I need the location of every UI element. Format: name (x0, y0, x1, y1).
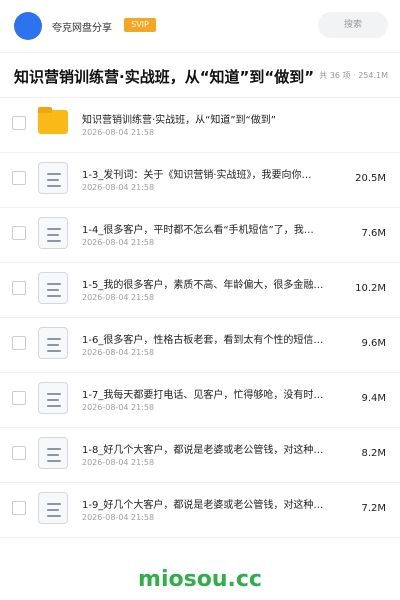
item-summary: 共 36 项 · 254.1M (319, 71, 388, 80)
row-checkbox[interactable] (12, 336, 26, 350)
item-date: 2026-08-04 21:58 (82, 293, 155, 302)
document-icon (38, 217, 68, 249)
row-checkbox[interactable] (12, 281, 26, 295)
item-date: 2026-08-04 21:58 (82, 238, 155, 247)
item-name: 知识营销训练营·实战班，从“知道”到“做到” (82, 115, 276, 126)
file-row[interactable]: 1-7_我每天都要打电话、见客户，忙得够呛，没有时… 2026-08-04 21:… (0, 373, 400, 428)
item-name: 1-4_很多客户，平时都不怎么看“手机短信”了，我… (82, 225, 314, 236)
item-name: 1-5_我的很多客户，素质不高、年龄偏大，很多金融… (82, 280, 324, 291)
item-date: 2026-08-04 21:58 (82, 128, 155, 137)
app-name: 夸克网盘分享 (52, 23, 112, 34)
item-date: 2026-08-04 21:58 (82, 513, 155, 522)
item-name: 1-6_很多客户，性格古板老套，看到太有个性的短信… (82, 335, 324, 346)
file-list: 知识营销训练营·实战班，从“知道”到“做到” 2026-08-04 21:58 1-… (0, 98, 400, 538)
row-checkbox[interactable] (12, 116, 26, 130)
item-size: 8.2M (361, 448, 386, 459)
row-checkbox[interactable] (12, 226, 26, 240)
folder-icon (38, 107, 68, 134)
item-size: 9.6M (361, 338, 386, 349)
document-icon (38, 272, 68, 304)
document-icon (38, 492, 68, 524)
watermark: miosou.cc (138, 567, 262, 592)
item-date: 2026-08-04 21:58 (82, 403, 155, 412)
item-name: 1-7_我每天都要打电话、见客户，忙得够呛，没有时… (82, 390, 324, 401)
item-size: 7.6M (361, 228, 386, 239)
page-title: 知识营销训练营·实战班，从“知道”到“做到” (14, 68, 314, 86)
item-name: 1-3_发刊词：关于《知识营销·实战班》，我要向你… (82, 170, 312, 181)
document-icon (38, 437, 68, 469)
search-button[interactable]: 搜索 (318, 12, 388, 38)
item-size: 10.2M (355, 283, 386, 294)
folder-row[interactable]: 知识营销训练营·实战班，从“知道”到“做到” 2026-08-04 21:58 (0, 98, 400, 153)
row-checkbox[interactable] (12, 391, 26, 405)
item-date: 2026-08-04 21:58 (82, 348, 155, 357)
item-name: 1-9_好几个大客户，都说是老婆或老公管钱，对这种… (82, 500, 324, 511)
document-icon (38, 162, 68, 194)
row-checkbox[interactable] (12, 446, 26, 460)
row-checkbox[interactable] (12, 171, 26, 185)
row-checkbox[interactable] (12, 501, 26, 515)
item-size: 20.5M (355, 173, 386, 184)
file-row[interactable]: 1-6_很多客户，性格古板老套，看到太有个性的短信… 2026-08-04 21:… (0, 318, 400, 373)
avatar[interactable] (14, 12, 42, 40)
title-bar: 知识营销训练营·实战班，从“知道”到“做到” 共 36 项 · 254.1M (0, 53, 400, 98)
file-row[interactable]: 1-3_发刊词：关于《知识营销·实战班》，我要向你… 2026-08-04 21:… (0, 153, 400, 208)
item-size: 9.4M (361, 393, 386, 404)
document-icon (38, 382, 68, 414)
item-date: 2026-08-04 21:58 (82, 458, 155, 467)
item-size: 7.2M (361, 503, 386, 514)
file-row[interactable]: 1-4_很多客户，平时都不怎么看“手机短信”了，我… 2026-08-04 21:… (0, 208, 400, 263)
file-row[interactable]: 1-9_好几个大客户，都说是老婆或老公管钱，对这种… 2026-08-04 21:… (0, 483, 400, 538)
top-bar: 夸克网盘分享 SVIP 搜索 (0, 0, 400, 53)
file-row[interactable]: 1-8_好几个大客户，都说是老婆或老公管钱，对这种… 2026-08-04 21:… (0, 428, 400, 483)
item-name: 1-8_好几个大客户，都说是老婆或老公管钱，对这种… (82, 445, 324, 456)
item-date: 2026-08-04 21:58 (82, 183, 155, 192)
file-row[interactable]: 1-5_我的很多客户，素质不高、年龄偏大，很多金融… 2026-08-04 21:… (0, 263, 400, 318)
document-icon (38, 327, 68, 359)
svip-badge: SVIP (124, 18, 156, 32)
